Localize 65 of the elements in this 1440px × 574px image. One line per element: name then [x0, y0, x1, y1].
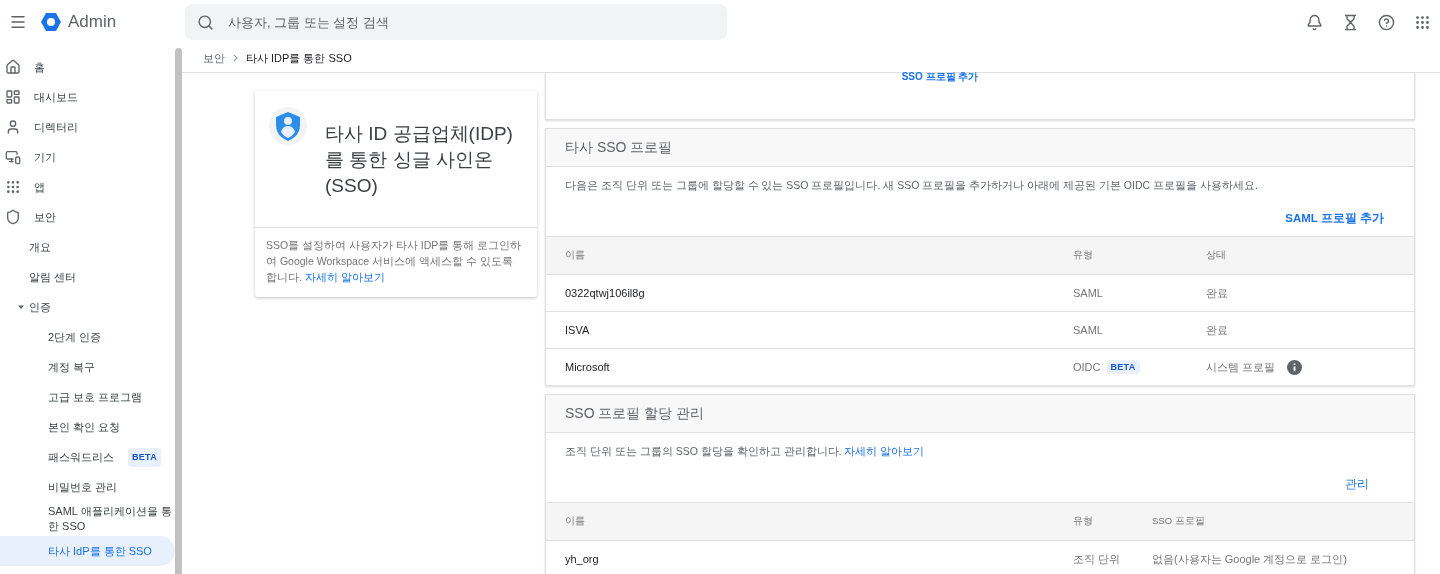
card-title: 타사 ID 공급업체(IDP)를 통한 싱글 사인온(SSO) [325, 122, 514, 198]
table-cell-text: 0322qtwj106il8g [565, 287, 646, 299]
sidebar-item[interactable]: 개요 [0, 232, 175, 262]
card-title: SSO 프로필 할당 관리 [546, 395, 1414, 433]
beta-badge: BETA [1106, 360, 1140, 374]
card-description: 조직 단위 또는 그룹의 SSO 할당을 확인하고 관리합니다. 자세히 알아보기 [564, 444, 926, 458]
sidebar-item[interactable]: 보안 [0, 202, 175, 232]
breadcrumb-link[interactable]: 보안 [203, 50, 225, 66]
sidebar-item[interactable]: SAML 애플리케이션을 통한 SSO [0, 502, 175, 536]
sidebar-item[interactable]: 디렉터리 [0, 112, 175, 142]
table-cell: SAML [1073, 324, 1103, 336]
search-field[interactable]: 사용자, 그룹 또는 설정 검색 [185, 4, 727, 40]
grid-icon [5, 179, 21, 195]
add-saml-profile-link[interactable]: SAML 프로필 추가 [1285, 211, 1384, 226]
logo-icon [40, 12, 62, 32]
table-cell-text: yh_org [565, 553, 600, 565]
sidebar-item[interactable]: 알림 센터 [0, 262, 175, 292]
person-icon [5, 119, 21, 135]
sidebar-item[interactable]: 앱 [0, 172, 175, 202]
card-description: 다음은 조직 단위 또는 그룹에 할당할 수 있는 SSO 프로필입니다. 새 SSO 프로필을 추가하거나 아래에 제공된 기본 OIDC 프로필을 사용하세요. [564, 178, 1259, 192]
caret-icon [17, 303, 25, 311]
sidebar-item[interactable]: 기기 [0, 142, 175, 172]
table-cell: 시스템 프로필 [1206, 359, 1276, 375]
table-cell: 완료 [1206, 322, 1228, 338]
column-header: 유형 [1073, 249, 1094, 262]
sidebar-item[interactable]: 패스워드리스 BETA [0, 442, 175, 472]
dashboard-icon [5, 89, 21, 105]
card-description: SSO를 설정하여 사용자가 타사 IDP를 통해 로그인하여 Google Workspace 서비스에 액세스할 수 있도록 합니다. 자세히 알아보기 [265, 238, 523, 285]
sidebar-item[interactable]: 홈 [0, 52, 175, 82]
table-cell: 완료 [1206, 285, 1228, 301]
sidebar-item[interactable]: 대시보드 [0, 82, 175, 112]
table-cell: SAML [1073, 287, 1103, 299]
card-title: 타사 SSO 프로필 [546, 129, 1414, 167]
learn-more-link[interactable]: 자세히 알아보기 [844, 445, 925, 457]
search-icon [197, 14, 214, 31]
column-header: SSO 프로필 [1152, 515, 1206, 528]
breadcrumb-current: 타사 IDP를 통한 SSO [246, 50, 352, 66]
table-cell-text: 없음(사용자는 Google 계정으로 로그인) [1152, 551, 1348, 567]
info-icon[interactable] [1287, 359, 1303, 375]
column-header: 상태 [1206, 249, 1227, 262]
sidebar-item[interactable]: 비밀번호 관리 [0, 472, 175, 502]
add-profile-link[interactable]: SSO 프로필 추가 [901, 72, 979, 82]
table-cell: OIDC [1073, 361, 1101, 373]
devices-icon [5, 149, 21, 165]
shield-icon [5, 209, 21, 225]
learn-more-link[interactable]: 자세히 알아보기 [304, 271, 385, 283]
app-name: Admin [68, 12, 117, 32]
sidebar-item[interactable]: 계정 복구 [0, 352, 175, 382]
house-icon [5, 59, 21, 75]
chevron-icon [233, 54, 238, 62]
sidebar-item[interactable]: 타사 IdP를 통한 SSO [0, 536, 175, 566]
sidebar-item[interactable]: 본인 확인 요청 [0, 412, 175, 442]
column-header: 이름 [565, 515, 586, 528]
table-cell-text: Microsoft [565, 361, 611, 373]
sidebar-item[interactable]: 2단계 인증 [0, 322, 175, 352]
table-cell-text: 조직 단위 [1073, 551, 1122, 567]
column-header: 이름 [565, 249, 586, 262]
sidebar-item[interactable]: 고급 보호 프로그램 [0, 382, 175, 412]
shield-person-icon [269, 107, 307, 145]
table-cell-text: ISVA [565, 324, 591, 336]
beta-badge: BETA [128, 447, 162, 467]
manage-link[interactable]: 관리 [1345, 477, 1369, 492]
column-header: 유형 [1073, 515, 1094, 528]
scrollbar[interactable] [175, 48, 182, 574]
sidebar-item[interactable]: 인증 [0, 292, 175, 322]
